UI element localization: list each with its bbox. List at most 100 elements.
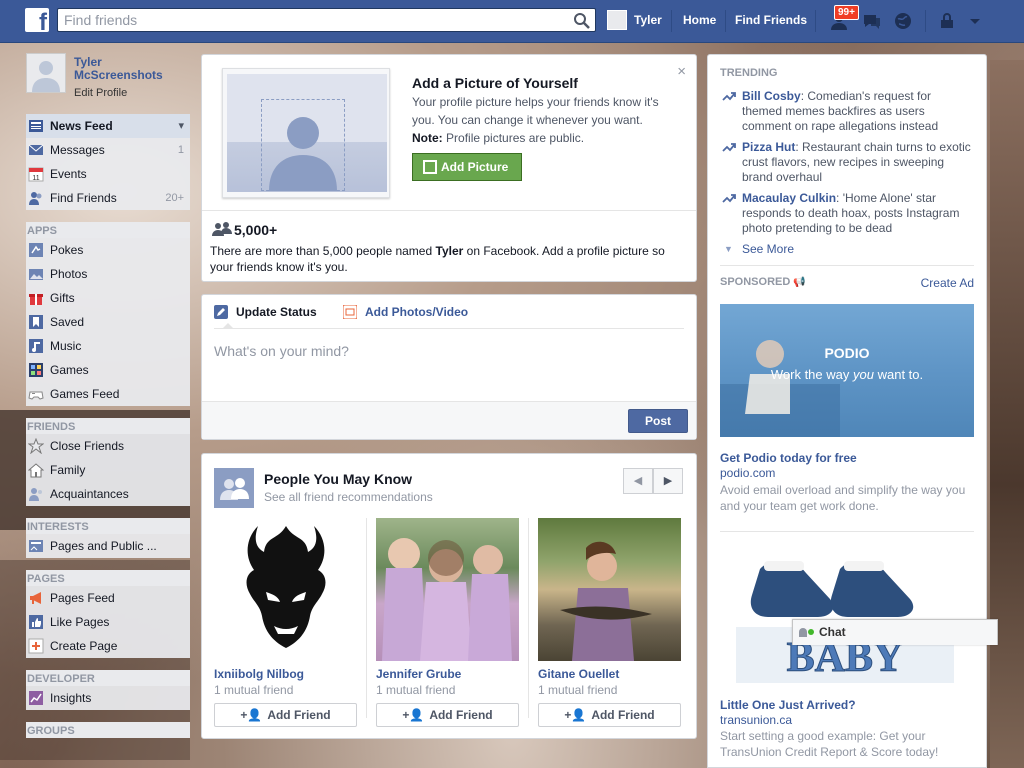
privacy-lock-icon[interactable] bbox=[937, 10, 959, 32]
sidebar-item-photos[interactable]: Photos bbox=[26, 262, 190, 286]
sidebar-item-games-feed[interactable]: Games Feed bbox=[26, 382, 190, 406]
see-more-link[interactable]: ▼ See More bbox=[722, 242, 972, 257]
chat-person-icon bbox=[799, 628, 807, 637]
topbar-avatar[interactable] bbox=[607, 10, 627, 30]
camera-photo-icon bbox=[343, 305, 357, 319]
groups-heading: GROUPS bbox=[26, 722, 190, 738]
sidebar-item-pages-and-public[interactable]: Pages and Public ... bbox=[26, 534, 190, 558]
sidebar-item-acquaintances[interactable]: Acquaintances bbox=[26, 482, 190, 506]
ad-text[interactable]: Avoid email overload and simplify the wa… bbox=[720, 482, 976, 514]
podio-ad-image[interactable]: PODIO Work the way you want to. bbox=[720, 304, 974, 437]
pymk-next-chevron-icon[interactable]: ▶ bbox=[653, 468, 683, 494]
sidebar-item-insights[interactable]: Insights bbox=[26, 686, 190, 710]
person-card: Ixniibolg Nilbog 1 mutual friend +👤 Add F… bbox=[214, 518, 357, 727]
sidebar-item-music[interactable]: Music bbox=[26, 334, 190, 358]
pages-section: PAGES Pages Feed Like Pages Create Page bbox=[26, 570, 190, 658]
promo-description: Your profile picture helps your friends … bbox=[412, 95, 659, 145]
favorites-section: News Feed ▾ Messages 1 11 Events Find Fr… bbox=[26, 114, 190, 210]
person-name[interactable]: Jennifer Grube bbox=[376, 667, 519, 681]
ad-title[interactable]: Little One Just Arrived? bbox=[720, 698, 856, 712]
add-friend-icon: +👤 bbox=[564, 708, 587, 722]
profile-name[interactable]: Tyler McScreenshots bbox=[74, 56, 189, 82]
svg-text:11: 11 bbox=[32, 175, 39, 182]
add-friend-button[interactable]: +👤 Add Friend bbox=[376, 703, 519, 727]
account-menu-chevron-icon[interactable] bbox=[964, 10, 986, 32]
status-input[interactable]: What's on your mind? bbox=[214, 343, 349, 359]
pymk-prev-chevron-icon[interactable]: ◀ bbox=[623, 468, 653, 494]
add-friend-icon: +👤 bbox=[240, 708, 263, 722]
mutual-friends[interactable]: 1 mutual friend bbox=[214, 683, 357, 697]
add-friend-button[interactable]: +👤 Add Friend bbox=[214, 703, 357, 727]
profile-placeholder-frame[interactable] bbox=[222, 68, 390, 198]
trending-item[interactable]: Macaulay Culkin: 'Home Alone' star respo… bbox=[722, 191, 972, 236]
pencil-icon bbox=[214, 305, 228, 319]
sidebar-item-messages[interactable]: Messages 1 bbox=[26, 138, 190, 162]
tab-add-photos[interactable]: Add Photos/Video bbox=[343, 305, 468, 319]
news-feed-options-icon[interactable]: ▾ bbox=[178, 114, 184, 138]
sidebar-item-family[interactable]: Family bbox=[26, 458, 190, 482]
add-picture-button[interactable]: Add Picture bbox=[412, 153, 522, 181]
post-button[interactable]: Post bbox=[628, 409, 688, 433]
sidebar-item-events[interactable]: 11 Events bbox=[26, 162, 190, 186]
interests-heading: INTERESTS bbox=[26, 518, 190, 534]
apps-section: APPS Pokes Photos Gifts Saved Music Game… bbox=[26, 222, 190, 406]
person-photo[interactable] bbox=[214, 518, 357, 661]
ad-title[interactable]: Get Podio today for free bbox=[720, 451, 857, 465]
people-group-icon bbox=[214, 468, 254, 508]
sidebar-item-find-friends[interactable]: Find Friends 20+ bbox=[26, 186, 190, 210]
messages-icon[interactable] bbox=[861, 10, 883, 32]
sidebar-item-pages-feed[interactable]: Pages Feed bbox=[26, 586, 190, 610]
person-name[interactable]: Gitane Ouellet bbox=[538, 667, 681, 681]
trending-item[interactable]: Bill Cosby: Comedian's request for theme… bbox=[722, 89, 972, 134]
house-icon bbox=[28, 463, 44, 478]
person-photo[interactable] bbox=[538, 518, 681, 661]
ad-domain[interactable]: transunion.ca bbox=[720, 713, 792, 727]
edit-profile-link[interactable]: Edit Profile bbox=[74, 87, 127, 99]
left-sidebar: Tyler McScreenshots Edit Profile News Fe… bbox=[26, 50, 190, 750]
home-link[interactable]: Home bbox=[683, 13, 716, 27]
search-input[interactable] bbox=[58, 9, 558, 31]
sidebar-item-like-pages[interactable]: Like Pages bbox=[26, 610, 190, 634]
default-avatar-icon bbox=[32, 61, 60, 92]
ad-domain[interactable]: podio.com bbox=[720, 466, 775, 480]
people-you-may-know-card: People You May Know See all friend recom… bbox=[201, 453, 697, 739]
messages-icon bbox=[28, 144, 44, 155]
add-friend-button[interactable]: +👤 Add Friend bbox=[538, 703, 681, 727]
profile-picture[interactable] bbox=[26, 53, 66, 93]
sidebar-item-close-friends[interactable]: Close Friends bbox=[26, 434, 190, 458]
close-icon[interactable]: × bbox=[677, 63, 686, 80]
create-ad-link[interactable]: Create Ad bbox=[921, 276, 974, 290]
trending-item[interactable]: Pizza Hut: Restaurant chain turns to exo… bbox=[722, 140, 972, 185]
sidebar-item-saved[interactable]: Saved bbox=[26, 310, 190, 334]
baby-ad-image[interactable]: BABY bbox=[720, 545, 974, 685]
sidebar-item-news-feed[interactable]: News Feed ▾ bbox=[26, 114, 190, 138]
sidebar-item-gifts[interactable]: Gifts bbox=[26, 286, 190, 310]
trending-arrow-icon bbox=[722, 194, 736, 203]
notification-badge: 99+ bbox=[834, 5, 859, 20]
ad-text[interactable]: Start setting a good example: Get your T… bbox=[720, 728, 976, 760]
news-feed-icon bbox=[29, 120, 43, 132]
chat-tab[interactable]: Chat bbox=[792, 619, 998, 645]
pymk-title: People You May Know bbox=[264, 471, 413, 487]
mutual-friends[interactable]: 1 mutual friend bbox=[538, 683, 681, 697]
find-friends-link[interactable]: Find Friends bbox=[735, 13, 807, 27]
facebook-logo-icon[interactable]: f bbox=[25, 8, 49, 32]
status-composer: Update Status Add Photos/Video What's on… bbox=[201, 294, 697, 440]
sidebar-item-pokes[interactable]: Pokes bbox=[26, 238, 190, 262]
person-photo[interactable] bbox=[376, 518, 519, 661]
see-all-recommendations-link[interactable]: See all friend recommendations bbox=[264, 490, 433, 504]
like-thumb-icon bbox=[29, 615, 43, 629]
mutual-friends[interactable]: 1 mutual friend bbox=[376, 683, 519, 697]
people-count-text: There are more than 5,000 people named T… bbox=[210, 244, 665, 274]
search-icon[interactable] bbox=[573, 12, 591, 30]
promo-title: Add a Picture of Yourself bbox=[412, 75, 578, 91]
notifications-globe-icon[interactable] bbox=[892, 10, 914, 32]
friends-section: FRIENDS Close Friends Family Acquaintanc… bbox=[26, 418, 190, 506]
sidebar-item-games[interactable]: Games bbox=[26, 358, 190, 382]
tab-update-status[interactable]: Update Status bbox=[214, 305, 317, 319]
sidebar-item-create-page[interactable]: Create Page bbox=[26, 634, 190, 658]
interests-section: INTERESTS Pages and Public ... bbox=[26, 518, 190, 558]
person-name[interactable]: Ixniibolg Nilbog bbox=[214, 667, 357, 681]
developer-section: DEVELOPER Insights bbox=[26, 670, 190, 710]
topbar-user-name[interactable]: Tyler bbox=[634, 13, 662, 27]
